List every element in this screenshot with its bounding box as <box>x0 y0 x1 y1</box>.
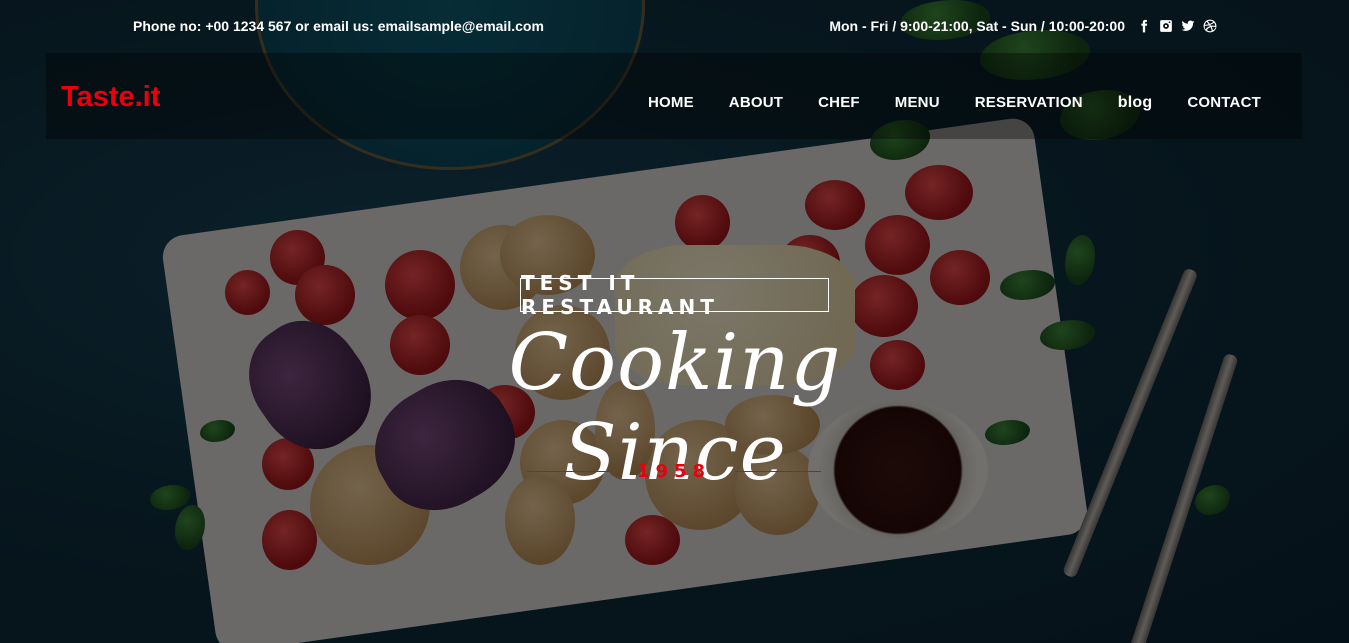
opening-hours-bar: Mon - Fri / 9:00-21:00, Sat - Sun / 10:0… <box>829 18 1217 34</box>
nav-link-blog[interactable]: blog <box>1118 94 1153 111</box>
opening-hours: Mon - Fri / 9:00-21:00, Sat - Sun / 10:0… <box>829 18 1125 34</box>
brand-logo[interactable]: Taste.it <box>61 81 160 114</box>
contact-info: Phone no: +00 1234 567 or email us: emai… <box>133 18 544 34</box>
nav-menu: HOME ABOUT CHEF MENU RESERVATION blog CO… <box>648 94 1261 112</box>
nav-link-chef[interactable]: CHEF <box>818 94 860 111</box>
divider-line-right <box>735 471 821 472</box>
dribbble-icon[interactable] <box>1203 19 1217 33</box>
top-info-bar: Phone no: +00 1234 567 or email us: emai… <box>0 0 1349 52</box>
nav-item-about: ABOUT <box>729 94 783 112</box>
instagram-icon[interactable] <box>1159 19 1173 33</box>
nav-link-about[interactable]: ABOUT <box>729 94 783 111</box>
nav-link-home[interactable]: HOME <box>648 94 694 111</box>
nav-item-reservation: RESERVATION <box>975 94 1083 112</box>
nav-item-blog: blog <box>1118 94 1153 112</box>
hero-year-block: 1958 <box>527 460 821 484</box>
nav-item-chef: CHEF <box>818 94 860 112</box>
nav-link-contact[interactable]: CONTACT <box>1187 94 1261 111</box>
nav-link-reservation[interactable]: RESERVATION <box>975 94 1083 111</box>
main-navbar: Taste.it HOME ABOUT CHEF MENU RESERVATIO… <box>46 53 1302 139</box>
facebook-icon[interactable] <box>1137 19 1151 33</box>
nav-item-menu: MENU <box>895 94 940 112</box>
social-links <box>1137 19 1217 33</box>
nav-item-contact: CONTACT <box>1187 94 1261 112</box>
twitter-icon[interactable] <box>1181 19 1195 33</box>
nav-link-menu[interactable]: MENU <box>895 94 940 111</box>
nav-item-home: HOME <box>648 94 694 112</box>
hero-tagline: TEST IT RESTAURANT <box>520 271 829 319</box>
